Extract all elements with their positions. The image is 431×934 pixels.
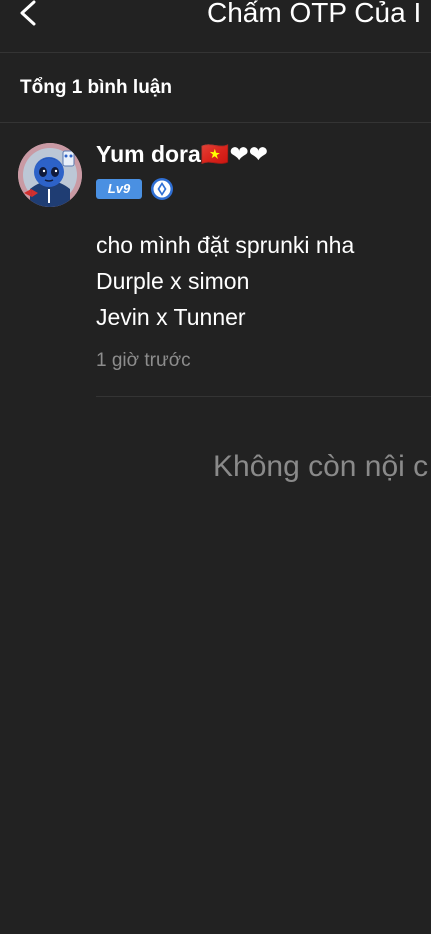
comment-timestamp: 1 giờ trước (96, 350, 191, 371)
header-bar: Chấm OTP Của I (0, 0, 431, 53)
comment-line: cho mình đặt sprunki nha (96, 232, 355, 258)
verified-badge-icon (151, 178, 173, 200)
level-badge: Lv9 (96, 179, 142, 199)
comment-count-label: Tổng 1 bình luận (20, 77, 172, 98)
comments-screen: Chấm OTP Của I Tổng 1 bình luận Yum dora… (0, 0, 431, 934)
chevron-left-icon (20, 0, 36, 26)
comment-body: cho mình đặt sprunki nha Durple x simon … (96, 227, 426, 335)
comment-author-name[interactable]: Yum dora🇻🇳❤❤ (96, 141, 268, 168)
back-button[interactable] (14, 0, 46, 28)
comment-line: Durple x simon (96, 268, 250, 294)
avatar[interactable] (18, 143, 82, 207)
comment-line: Jevin x Tunner (96, 304, 246, 330)
avatar-image (18, 143, 82, 207)
page-title: Chấm OTP Của I (207, 0, 422, 28)
comment-divider (96, 396, 431, 397)
author-name-emojis: 🇻🇳❤❤ (200, 142, 268, 168)
author-name-text: Yum dora (96, 141, 201, 167)
end-of-list-message: Không còn nội c (213, 450, 429, 483)
